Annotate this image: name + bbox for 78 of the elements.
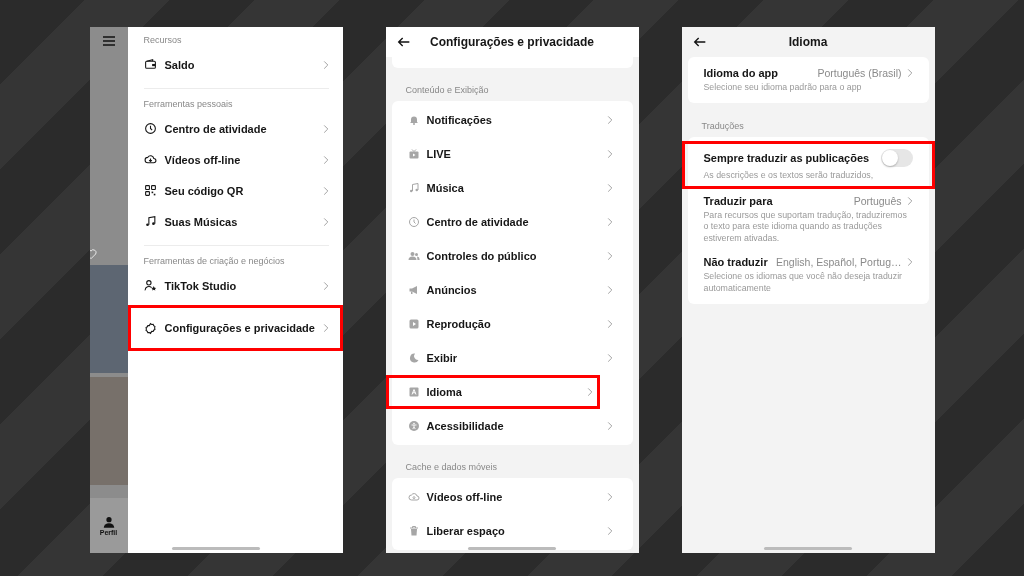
chevron-icon [906,195,913,206]
settings-item[interactable]: Sempre traduzir as publicações As descrições e os textos serão traduzidos, [681,141,935,189]
wallet-icon [143,58,157,71]
chevron-icon [606,251,613,261]
settings-item[interactable]: Notificações [391,103,633,137]
chevron-icon [606,421,613,431]
chevron-icon [322,323,329,333]
settings-item[interactable]: Música [391,171,633,205]
menu-item[interactable]: TikTok Studio [143,270,329,301]
person-icon [101,515,116,529]
settings-item[interactable]: LIVE [391,137,633,171]
music-note-icon [407,182,420,194]
settings-item[interactable]: Centro de atividade [391,205,633,239]
section-header: Recursos [143,34,183,47]
chevron-icon [606,285,613,295]
clock-icon [143,122,157,135]
chevron-icon [606,319,613,329]
chevron-icon [606,149,613,159]
people-icon [407,250,420,262]
megaphone-icon [407,284,420,296]
setting-description: Selecione seu idioma padrão para o app [703,82,863,94]
chevron-icon [606,492,613,502]
chevron-icon [906,257,913,268]
settings-item[interactable]: Anúncios [391,273,633,307]
menu-item[interactable]: Vídeos off-line [143,144,329,175]
cloud-download-icon [407,491,420,503]
toggle-switch[interactable] [880,149,913,168]
cloud-download-icon [143,153,157,166]
section-header: Traduções [700,120,745,134]
section-header: Conteúdo e Exibição [404,84,490,97]
gear-icon [143,321,157,335]
settings-item[interactable]: Vídeos off-line [391,480,633,514]
section-header: Ferramentas de criação e negócios [143,255,286,268]
settings-item[interactable]: Controles do público [391,239,633,273]
play-icon [407,318,420,330]
settings-item[interactable]: Liberar espaço [391,514,633,548]
menu-item[interactable]: Configurações e privacidade [127,305,343,351]
setting-description: Para recursos que suportam tradução, traduziremos o texto para este idioma quando as traduções estiverem ativadas. [703,209,908,245]
qr-code-icon [143,184,157,197]
chevron-icon [322,185,329,196]
settings-item[interactable]: Idioma [385,375,600,409]
chevron-icon [606,353,613,363]
tv-icon [407,148,420,160]
chevron-icon [606,217,613,227]
chevron-icon [606,526,613,536]
accessibility-icon [407,420,420,432]
chevron-icon [322,123,329,134]
chevron-icon [906,68,913,78]
menu-icon[interactable] [100,33,117,49]
settings-item[interactable]: Reprodução [391,307,633,341]
chevron-icon [606,115,613,125]
letter-a-icon [407,386,420,398]
chevron-icon [322,280,329,291]
setting-description: As descrições e os textos serão traduzidos, [703,170,875,182]
menu-item[interactable]: Saldo [143,49,329,80]
chevron-icon [322,216,329,227]
music-note-icon [143,215,157,228]
settings-item[interactable]: Exibir [391,341,633,375]
settings-item[interactable]: Não traduzir English, Español, Portug… Selecione os idiomas que você não deseja traduzir automaticamente [687,250,929,300]
chevron-icon [606,183,613,193]
section-header: Cache e dados móveis [404,461,499,474]
screen-title: Configurações e privacidade [429,35,595,49]
moon-icon [407,352,420,364]
menu-item[interactable]: Centro de atividade [143,113,329,144]
screen-title: Idioma [788,35,828,49]
menu-item[interactable]: Seu código QR [143,175,329,206]
trash-icon [407,525,420,537]
settings-item[interactable]: Acessibilidade [391,409,633,443]
settings-item[interactable]: Traduzir para Português Para recursos que suportam tradução, traduziremos o texto para este idioma quando as traduções estiverem ativadas. [687,188,929,251]
clock-icon [407,216,420,228]
setting-description: Selecione os idiomas que você não deseja traduzir automaticamente [703,271,904,294]
settings-item[interactable]: Idioma do app Português (Brasil) Selecione seu idioma padrão para o app [687,61,929,100]
section-header: Ferramentas pessoais [143,98,234,111]
chevron-icon [586,387,593,397]
person-star-icon [143,279,157,292]
menu-item[interactable]: Suas Músicas [143,206,329,237]
chevron-icon [322,154,329,165]
chevron-icon [322,59,329,70]
